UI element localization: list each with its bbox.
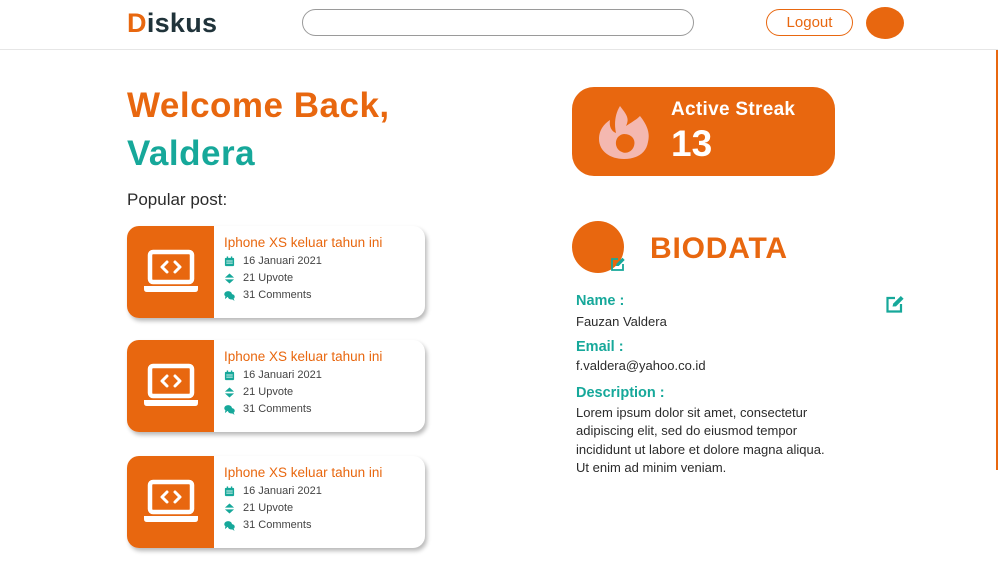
post-date-text: 16 Januari 2021 — [243, 369, 322, 381]
email-value: f.valdera@yahoo.co.id — [576, 358, 706, 373]
flame-icon — [599, 106, 649, 159]
active-streak-card: Active Streak 13 — [572, 87, 835, 176]
post-date: 16 Januari 2021 — [224, 255, 419, 267]
post-date: 16 Januari 2021 — [224, 369, 419, 381]
top-navbar: Diskus Logout — [0, 0, 998, 50]
description-value: Lorem ipsum dolor sit amet, consectetur … — [576, 405, 825, 475]
post-upvotes: 21 Upvote — [224, 386, 419, 398]
post-comments: 31 Comments — [224, 289, 419, 301]
post-card[interactable]: Iphone XS keluar tahun ini 16 Januari 20… — [127, 226, 425, 318]
edit-biodata-icon[interactable] — [885, 295, 905, 314]
popular-post-label: Popular post: — [127, 190, 228, 209]
name-label: Name : — [576, 293, 625, 309]
comments-icon — [224, 520, 235, 531]
description-label: Description : — [576, 385, 665, 401]
post-comment-text: 31 Comments — [243, 519, 312, 531]
welcome-heading: Welcome Back, — [127, 86, 390, 125]
post-card[interactable]: Iphone XS keluar tahun ini 16 Januari 20… — [127, 456, 425, 548]
calendar-icon — [224, 369, 235, 380]
post-comment-text: 31 Comments — [243, 289, 312, 301]
welcome-username: Valdera — [127, 134, 256, 173]
post-comments: 31 Comments — [224, 403, 419, 415]
search-input[interactable] — [302, 9, 694, 36]
sort-arrows-icon — [224, 502, 235, 514]
email-label: Email : — [576, 339, 624, 355]
post-upvote-text: 21 Upvote — [243, 502, 294, 514]
post-thumbnail — [127, 456, 214, 548]
streak-label: Active Streak — [671, 99, 796, 120]
logo-text: iskus — [146, 8, 218, 38]
biodata-title: BIODATA — [650, 232, 788, 265]
post-date-text: 16 Januari 2021 — [243, 485, 322, 497]
sort-arrows-icon — [224, 386, 235, 398]
post-thumbnail — [127, 340, 214, 432]
post-card[interactable]: Iphone XS keluar tahun ini 16 Januari 20… — [127, 340, 425, 432]
laptop-code-icon — [143, 363, 198, 406]
laptop-code-icon — [143, 249, 198, 292]
post-upvotes: 21 Upvote — [224, 272, 419, 284]
name-value: Fauzan Valdera — [576, 314, 667, 329]
user-avatar[interactable] — [866, 7, 904, 39]
post-upvote-text: 21 Upvote — [243, 272, 294, 284]
logout-button[interactable]: Logout — [766, 9, 853, 36]
post-thumbnail — [127, 226, 214, 318]
post-title[interactable]: Iphone XS keluar tahun ini — [224, 235, 419, 250]
streak-count: 13 — [671, 123, 713, 164]
comments-icon — [224, 290, 235, 301]
sort-arrows-icon — [224, 272, 235, 284]
laptop-code-icon — [143, 479, 198, 522]
calendar-icon — [224, 255, 235, 266]
post-upvotes: 21 Upvote — [224, 502, 419, 514]
calendar-icon — [224, 485, 235, 496]
logo-letter-d: D — [127, 8, 147, 38]
post-title[interactable]: Iphone XS keluar tahun ini — [224, 465, 419, 480]
post-date-text: 16 Januari 2021 — [243, 255, 322, 267]
post-upvote-text: 21 Upvote — [243, 386, 294, 398]
app-logo[interactable]: Diskus — [127, 8, 217, 39]
post-date: 16 Januari 2021 — [224, 485, 419, 497]
edit-avatar-icon[interactable] — [610, 257, 626, 272]
post-title[interactable]: Iphone XS keluar tahun ini — [224, 349, 419, 364]
comments-icon — [224, 404, 235, 415]
post-comment-text: 31 Comments — [243, 403, 312, 415]
post-comments: 31 Comments — [224, 519, 419, 531]
